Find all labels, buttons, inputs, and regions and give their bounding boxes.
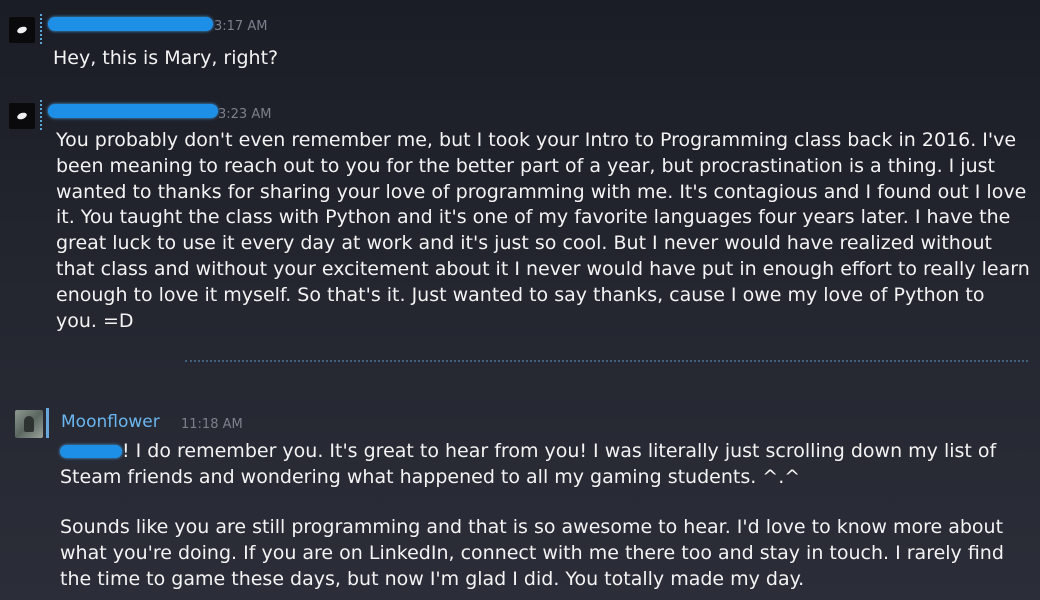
status-indicator (40, 100, 45, 130)
sender-name[interactable]: jingahal (48, 17, 213, 31)
user-icon (16, 25, 28, 35)
message-divider (185, 360, 1028, 362)
status-indicator (46, 408, 52, 438)
user-icon (16, 111, 28, 121)
message-timestamp: 3:23 AM (218, 107, 272, 122)
status-indicator (40, 14, 45, 44)
message-timestamp: 3:17 AM (214, 19, 268, 34)
message-text: Sounds like you are still programming an… (60, 516, 1010, 590)
message-text: You probably don't even remember me, but… (56, 129, 1036, 332)
message-timestamp: 11:18 AM (181, 417, 243, 432)
sender-name[interactable]: Moonflower (61, 412, 160, 432)
message-text-part: ! I do remember you. It's great to hear … (60, 440, 1003, 488)
avatar[interactable] (15, 410, 43, 438)
mention-redacted[interactable]: jingahal (60, 445, 122, 458)
sender-name[interactable]: dawnlovesherbit (48, 104, 218, 118)
message-text: Hey, this is Mary, right? (53, 47, 279, 69)
message-text: jingahal! I do remember you. It's great … (60, 439, 1020, 491)
user-photo-icon (24, 416, 34, 432)
avatar[interactable] (9, 17, 35, 43)
avatar[interactable] (9, 103, 35, 129)
